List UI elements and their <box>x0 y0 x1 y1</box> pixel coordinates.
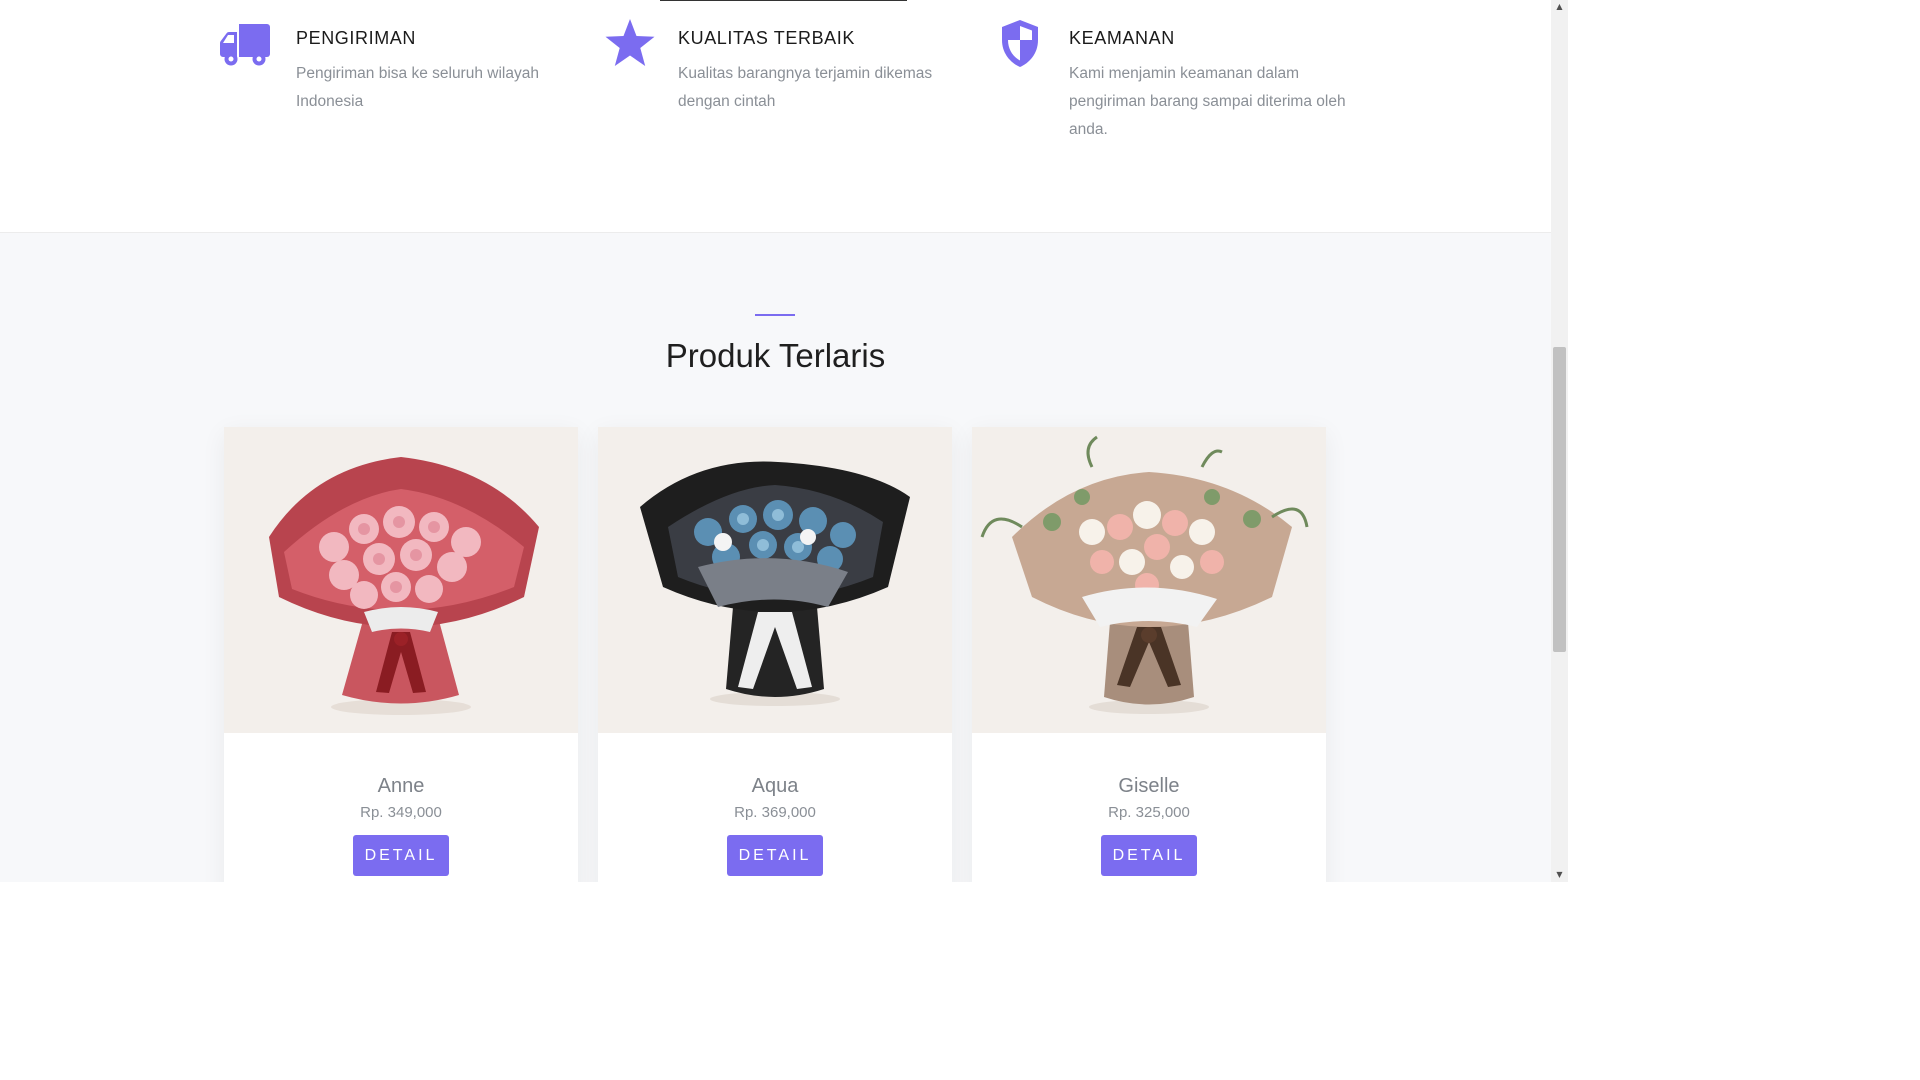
product-image[interactable] <box>972 427 1326 733</box>
product-price: Rp. 325,000 <box>1108 804 1190 821</box>
feature-title: KUALITAS TERBAIK <box>678 28 855 48</box>
scroll-thumb[interactable] <box>1553 347 1566 652</box>
nav-underline <box>660 0 907 1</box>
product-card: Giselle Rp. 325,000 DETAIL <box>972 427 1326 882</box>
section-accent-line <box>755 314 795 316</box>
shield-icon <box>998 18 1050 70</box>
feature-description: Kualitas barangnya terjamin dikemas deng… <box>678 65 933 110</box>
product-image[interactable] <box>224 427 578 733</box>
feature-description: Kami menjamin keamanan dalam pengiriman … <box>1069 65 1346 138</box>
feature-title: PENGIRIMAN <box>296 28 417 48</box>
product-image[interactable] <box>598 427 952 733</box>
features-section: PENGIRIMAN Pengiriman bisa ke seluruh wi… <box>0 0 1551 233</box>
detail-button[interactable]: DETAIL <box>1101 835 1197 876</box>
star-icon <box>604 18 656 70</box>
product-card: Aqua Rp. 369,000 DETAIL <box>598 427 952 882</box>
detail-button[interactable]: DETAIL <box>727 835 823 876</box>
product-price: Rp. 349,000 <box>360 804 442 821</box>
page-viewport: PENGIRIMAN Pengiriman bisa ke seluruh wi… <box>0 0 1551 882</box>
detail-button[interactable]: DETAIL <box>353 835 449 876</box>
product-price: Rp. 369,000 <box>734 804 816 821</box>
product-name: Giselle <box>1118 775 1180 797</box>
truck-icon <box>219 18 271 70</box>
bestseller-section: Produk Terlaris Anne Rp. 349,000 DETAIL … <box>0 233 1551 882</box>
vertical-scrollbar[interactable]: ▲ ▼ <box>1551 0 1568 882</box>
product-card: Anne Rp. 349,000 DETAIL <box>224 427 578 882</box>
scroll-down-arrow-icon[interactable]: ▼ <box>1551 868 1568 882</box>
feature-description: Pengiriman bisa ke seluruh wilayah Indon… <box>296 65 539 110</box>
section-title: Produk Terlaris <box>665 337 886 374</box>
product-name: Anne <box>377 775 425 797</box>
scroll-up-arrow-icon[interactable]: ▲ <box>1551 0 1568 14</box>
feature-title: KEAMANAN <box>1069 28 1175 48</box>
product-name: Aqua <box>751 775 799 797</box>
